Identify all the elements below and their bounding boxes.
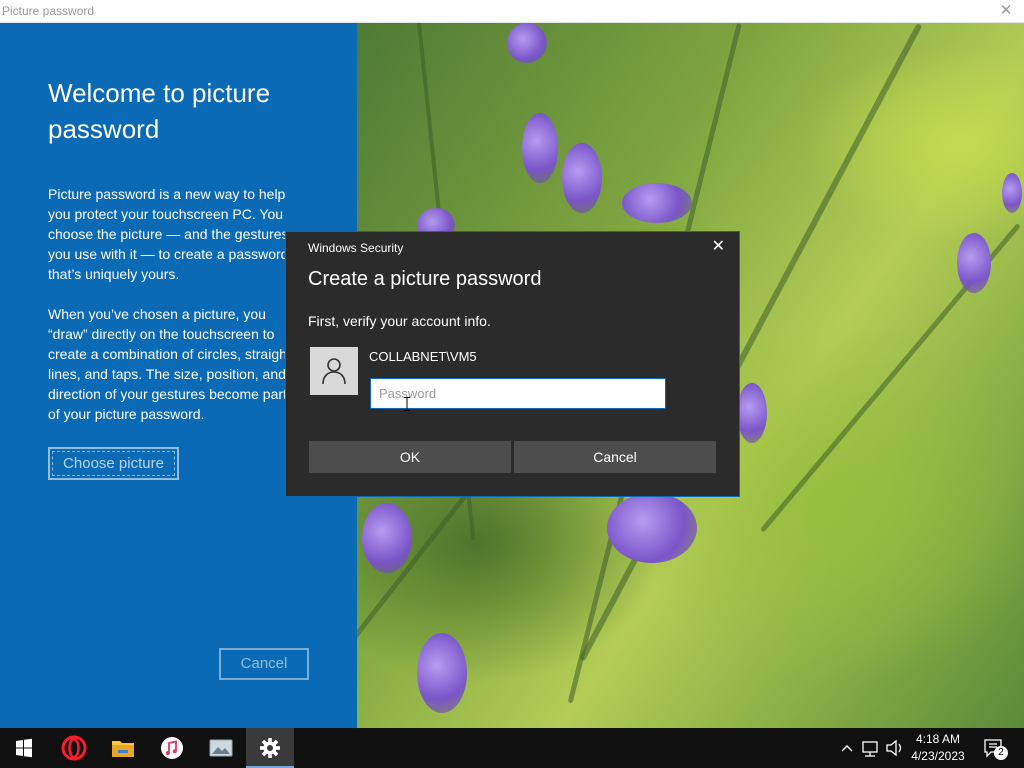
text-cursor-icon (404, 397, 410, 411)
welcome-heading: Welcome to picture password (48, 75, 338, 147)
user-avatar-icon (310, 347, 358, 395)
opera-icon[interactable] (50, 728, 98, 768)
window-title: Picture password (2, 4, 95, 18)
network-icon[interactable] (860, 728, 882, 768)
clock-time: 4:18 AM (915, 732, 961, 746)
window-close-icon[interactable]: ✕ (998, 2, 1014, 20)
settings-icon[interactable] (246, 728, 294, 768)
choose-picture-button[interactable]: Choose picture (48, 447, 179, 480)
taskbar-clock[interactable]: 4:18 AM 4/23/2023 (906, 731, 970, 765)
welcome-heading-line2: password (48, 114, 160, 144)
windows-security-dialog: Windows Security ✕ Create a picture pass… (285, 231, 740, 497)
start-icon[interactable] (0, 728, 48, 768)
panel-cancel-button[interactable]: Cancel (219, 648, 309, 680)
welcome-heading-line1: Welcome to picture (48, 78, 271, 108)
chevron-up-icon[interactable] (838, 728, 856, 768)
intro-line: Picture password is a new way to help (48, 186, 286, 202)
dialog-subtext: First, verify your account info. (308, 313, 491, 329)
notification-count-badge: 2 (994, 746, 1008, 760)
intro-line: you protect your touchscreen PC. You (48, 206, 284, 222)
dialog-close-icon[interactable]: ✕ (712, 238, 725, 256)
dialog-cancel-button[interactable]: Cancel (514, 441, 716, 473)
account-name: COLLABNET\VM5 (369, 349, 477, 364)
clock-date: 4/23/2023 (911, 749, 965, 763)
dialog-heading: Create a picture password (308, 268, 542, 290)
taskbar: 4:18 AM 4/23/2023 2 (0, 728, 1024, 768)
window-titlebar: Picture password ✕ (0, 0, 1024, 23)
dialog-title: Windows Security (308, 241, 404, 255)
photos-icon[interactable] (197, 728, 245, 768)
volume-icon[interactable] (884, 728, 906, 768)
itunes-icon[interactable] (148, 728, 196, 768)
ok-button[interactable]: OK (309, 441, 511, 473)
password-field[interactable] (370, 378, 666, 409)
file-explorer-icon[interactable] (99, 728, 147, 768)
